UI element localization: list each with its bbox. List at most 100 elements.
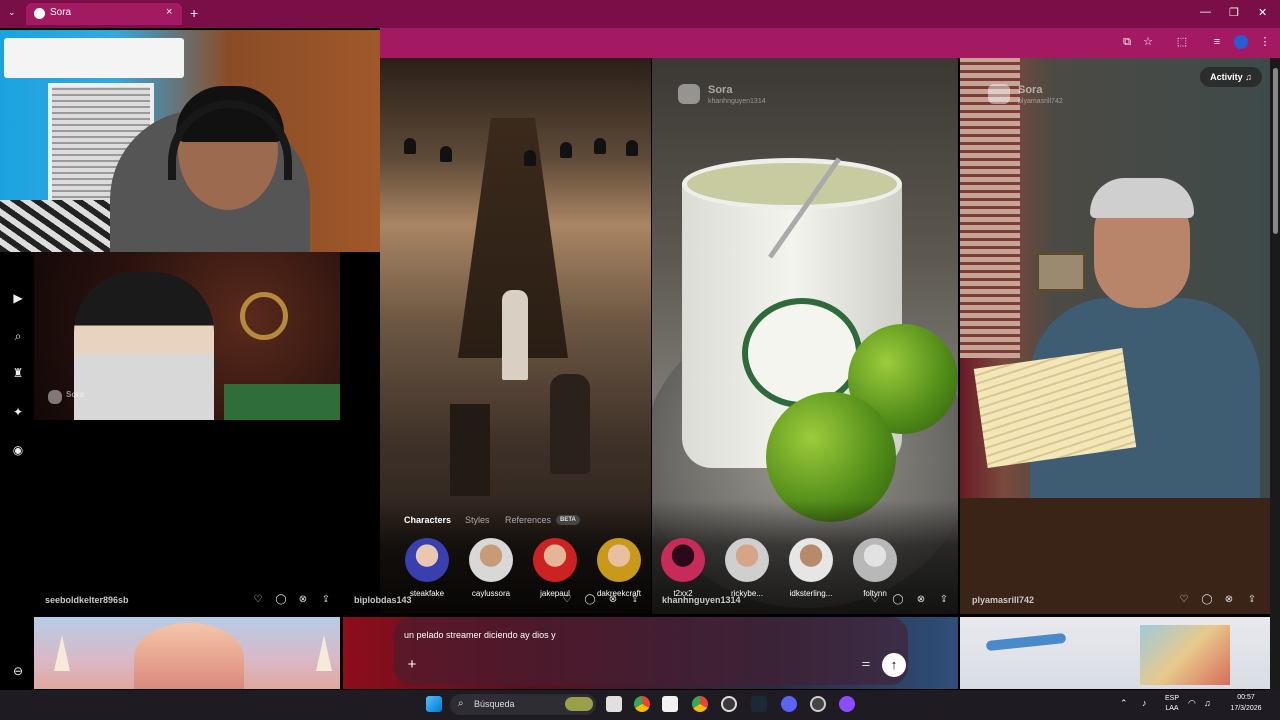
new-tab-button[interactable]: + — [190, 5, 198, 21]
comment-icon[interactable]: ◯ — [275, 594, 287, 606]
comment-icon[interactable]: ◯ — [1201, 594, 1213, 606]
tab-close-button[interactable]: × — [166, 6, 172, 18]
language-bottom[interactable]: LAA — [1162, 705, 1182, 712]
restore-button[interactable]: ❐ — [1229, 6, 1239, 19]
watermark-user: plyamasrill742 — [1018, 98, 1063, 105]
bell-icon — [440, 146, 452, 162]
sparkle-icon[interactable]: ✦ — [10, 404, 26, 420]
activity-label: Activity — [1210, 72, 1243, 82]
profile-icon[interactable] — [1234, 35, 1248, 49]
settings-sliders-icon[interactable]: ⚌ — [858, 658, 874, 672]
media-icon[interactable]: ≡ — [1210, 35, 1224, 49]
app-icon[interactable] — [810, 696, 826, 712]
home-icon[interactable]: ▶ — [10, 290, 26, 306]
character-avatar[interactable] — [533, 538, 577, 582]
scrollbar-thumb[interactable] — [1273, 68, 1278, 234]
tab-characters[interactable]: Characters — [404, 515, 451, 525]
tile-username[interactable]: seeboldkelter896sb — [45, 595, 129, 605]
character-name: dakreekcraft — [596, 589, 642, 598]
share-icon[interactable]: ⇪ — [1246, 594, 1258, 606]
tab-search-menu[interactable]: ⌄ — [8, 7, 16, 18]
search-icon[interactable]: ⌕ — [10, 328, 26, 344]
chrome-alt-icon[interactable] — [692, 696, 708, 712]
capcut-icon[interactable] — [662, 696, 678, 712]
bell-icon: ♫ — [1245, 72, 1252, 82]
sora-logo-icon — [988, 84, 1010, 104]
pool-table — [224, 384, 340, 420]
clock-time[interactable]: 00:57 — [1224, 694, 1268, 701]
character-name: t2xx2 — [673, 589, 693, 598]
tab-references[interactable]: References — [505, 515, 551, 525]
remix-icon[interactable]: ⊗ — [915, 594, 927, 606]
character-avatar[interactable] — [789, 538, 833, 582]
picture-frame — [1036, 252, 1086, 292]
bell-icon — [594, 138, 606, 154]
air-conditioner — [4, 38, 184, 78]
files-icon[interactable] — [606, 696, 622, 712]
search-icon: ⌕ — [458, 698, 464, 709]
character-avatar[interactable] — [469, 538, 513, 582]
obs-icon[interactable] — [839, 696, 855, 712]
steam-icon[interactable] — [751, 696, 767, 712]
prompt-composer[interactable] — [394, 617, 908, 685]
star-icon[interactable]: ☆ — [1141, 35, 1155, 49]
language-top[interactable]: ESP — [1162, 695, 1182, 702]
character-avatar[interactable] — [405, 538, 449, 582]
feed-video-anime[interactable]: Sora — [34, 252, 340, 420]
character-avatar[interactable] — [597, 538, 641, 582]
install-icon[interactable]: ⧉ — [1120, 35, 1134, 49]
discord-icon[interactable] — [781, 696, 797, 712]
feed-video-room[interactable] — [960, 617, 1270, 689]
anime-character — [74, 272, 214, 420]
wifi-icon[interactable]: ◠ — [1188, 698, 1196, 709]
tile-username[interactable]: plyamasrill742 — [972, 595, 1034, 605]
widget-icon[interactable] — [565, 697, 593, 711]
ship-wheel — [240, 292, 288, 340]
profile-icon[interactable]: ◉ — [10, 442, 26, 458]
close-window-button[interactable]: ✕ — [1258, 6, 1267, 19]
character-avatar[interactable] — [725, 538, 769, 582]
remix-icon[interactable]: ⊗ — [297, 594, 309, 606]
character-avatar[interactable] — [853, 538, 897, 582]
cup-rim — [682, 158, 902, 210]
man-hair — [1090, 178, 1194, 218]
like-icon[interactable]: ♡ — [1178, 594, 1190, 606]
character-name: idksterling... — [789, 589, 833, 598]
feed-video-man[interactable]: Sora plyamasrill742 — [960, 58, 1270, 614]
prompt-input[interactable]: un pelado streamer diciendo ay dios y — [404, 630, 556, 640]
temple-pillar — [450, 404, 490, 496]
share-icon[interactable]: ⇪ — [938, 594, 950, 606]
clock-date[interactable]: 17/3/2026 — [1224, 705, 1268, 712]
volume-icon[interactable]: ♫ — [1204, 698, 1211, 708]
activity-button[interactable]: Activity ♫ — [1200, 67, 1262, 87]
like-icon[interactable]: ♡ — [252, 594, 264, 606]
bell-icon — [626, 140, 638, 156]
watermark-brand: Sora — [708, 84, 733, 96]
send-button[interactable]: ↑ — [882, 653, 906, 677]
trophy-icon[interactable]: ♜ — [10, 365, 26, 381]
minimize-button[interactable]: — — [1200, 6, 1211, 18]
start-icon[interactable] — [426, 696, 442, 712]
paper-stack — [973, 348, 1137, 468]
character-avatar[interactable] — [661, 538, 705, 582]
webcam-overlay — [0, 30, 380, 252]
settings-icon[interactable]: ⊖ — [10, 663, 26, 679]
tray-chevron-icon[interactable]: ⌃ — [1120, 698, 1128, 709]
more-icon[interactable]: ⋮ — [1258, 35, 1272, 49]
bed — [0, 200, 110, 252]
microphone-icon[interactable]: ♪ — [1142, 698, 1147, 708]
tab-title: Sora — [50, 7, 72, 18]
add-attachment-button[interactable]: + — [404, 657, 420, 673]
character-name: jakepaul — [540, 589, 570, 598]
watermark-brand: Sora — [1018, 84, 1043, 96]
feed-video-castle[interactable] — [34, 617, 340, 689]
remix-icon[interactable]: ⊗ — [1223, 594, 1235, 606]
media-player-icon[interactable] — [721, 696, 737, 712]
tab-styles[interactable]: Styles — [465, 515, 490, 525]
chrome-icon[interactable] — [634, 696, 650, 712]
share-icon[interactable]: ⇪ — [320, 594, 332, 606]
extensions-icon[interactable]: ⬚ — [1175, 35, 1189, 49]
character-name: caylussora — [471, 589, 511, 598]
beta-badge: BETA — [556, 515, 580, 525]
temple-statue — [550, 374, 590, 474]
